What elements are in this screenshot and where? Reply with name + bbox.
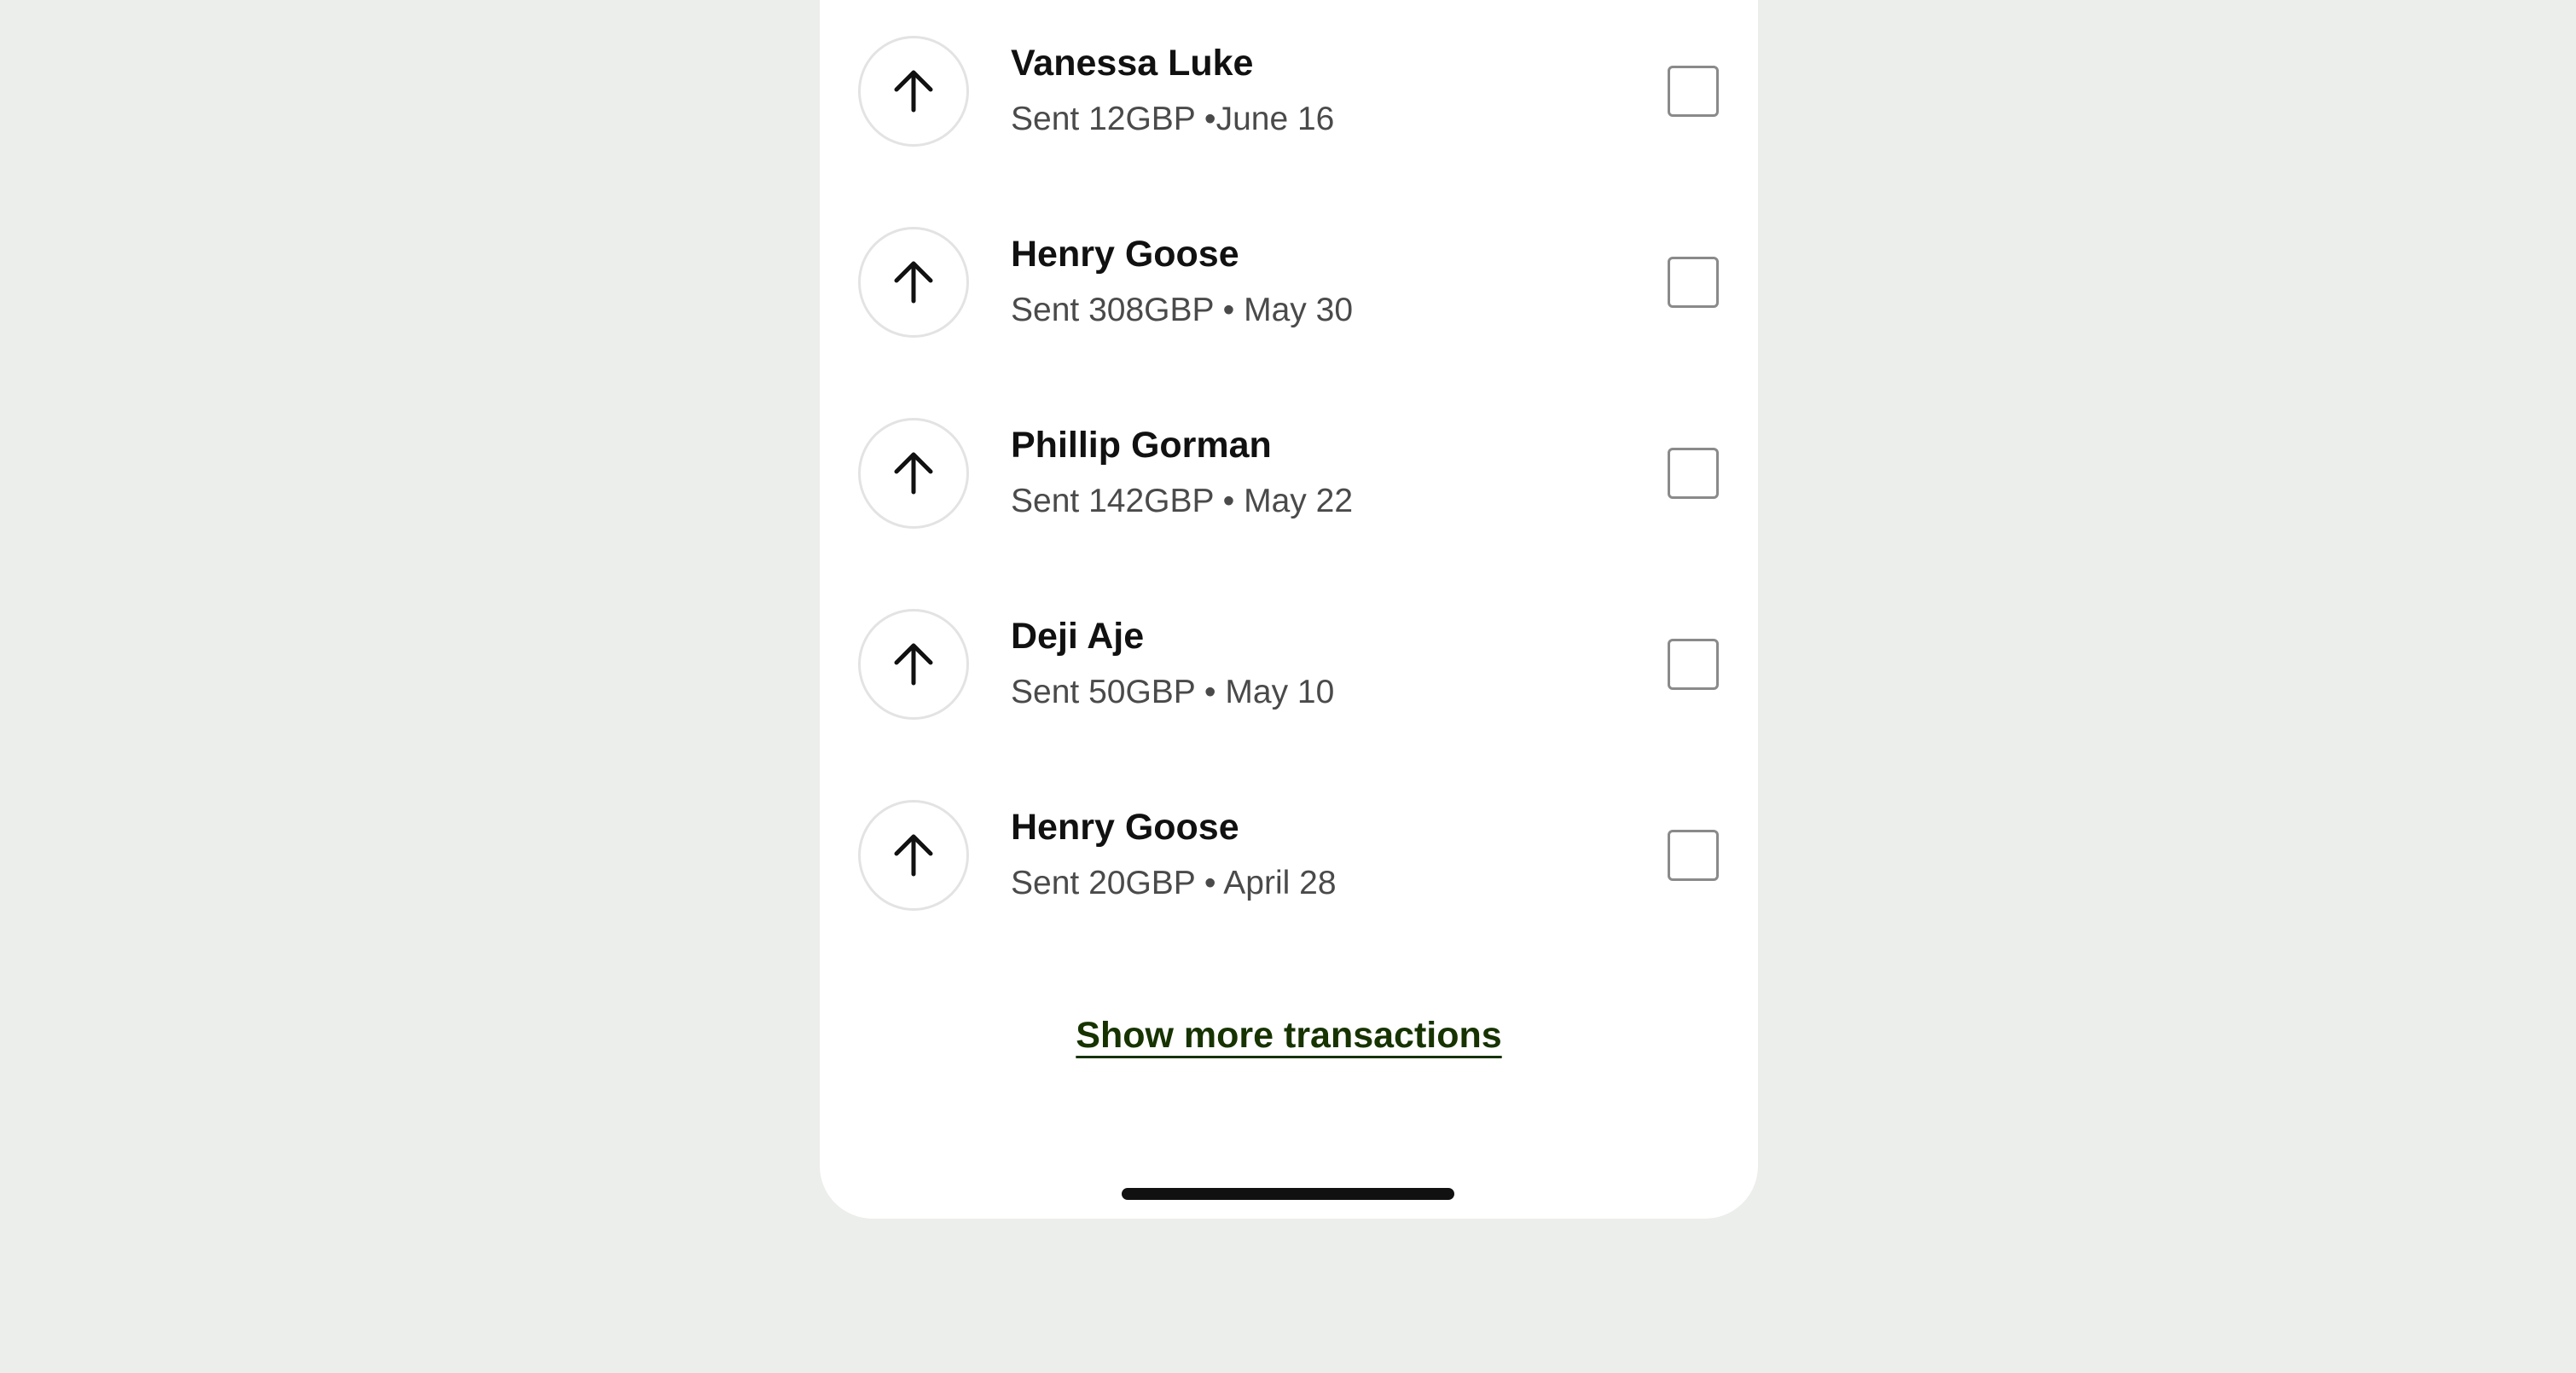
transaction-name: Vanessa Luke (1011, 43, 1254, 84)
transaction-detail: Sent 50GBP • May 10 (1011, 674, 1335, 710)
transaction-detail: Sent 20GBP • April 28 (1011, 865, 1337, 901)
transaction-detail: Sent 308GBP • May 30 (1011, 292, 1354, 328)
transaction-detail: Sent 12GBP •June 16 (1011, 101, 1335, 137)
transaction-row[interactable]: Vanessa Luke Sent 12GBP •June 16 (820, 0, 1758, 191)
transaction-name: Phillip Gorman (1011, 425, 1272, 466)
transaction-row[interactable]: Deji Aje Sent 50GBP • May 10 (820, 573, 1758, 764)
phone-screen: Vanessa Luke Sent 12GBP •June 16 Henry G… (820, 0, 1758, 1219)
transaction-checkbox[interactable] (1668, 448, 1719, 499)
transaction-detail: Sent 142GBP • May 22 (1011, 483, 1354, 519)
arrow-up-icon (858, 418, 969, 529)
show-more-container: Show more transactions (820, 1015, 1758, 1057)
arrow-up-icon (858, 227, 969, 338)
transaction-name: Deji Aje (1011, 616, 1145, 657)
transaction-row[interactable]: Phillip Gorman Sent 142GBP • May 22 (820, 382, 1758, 573)
transaction-checkbox[interactable] (1668, 830, 1719, 881)
transaction-name: Henry Goose (1011, 807, 1239, 848)
transaction-checkbox[interactable] (1668, 257, 1719, 308)
transaction-row[interactable]: Henry Goose Sent 20GBP • April 28 (820, 764, 1758, 955)
arrow-up-icon (858, 800, 969, 911)
transaction-name: Henry Goose (1011, 234, 1239, 275)
transaction-checkbox[interactable] (1668, 639, 1719, 690)
arrow-up-icon (858, 36, 969, 147)
arrow-up-icon (858, 609, 969, 720)
transaction-checkbox[interactable] (1668, 66, 1719, 117)
transaction-row[interactable]: Henry Goose Sent 308GBP • May 30 (820, 191, 1758, 382)
show-more-transactions-link[interactable]: Show more transactions (1076, 1015, 1501, 1056)
home-indicator (1122, 1188, 1454, 1200)
